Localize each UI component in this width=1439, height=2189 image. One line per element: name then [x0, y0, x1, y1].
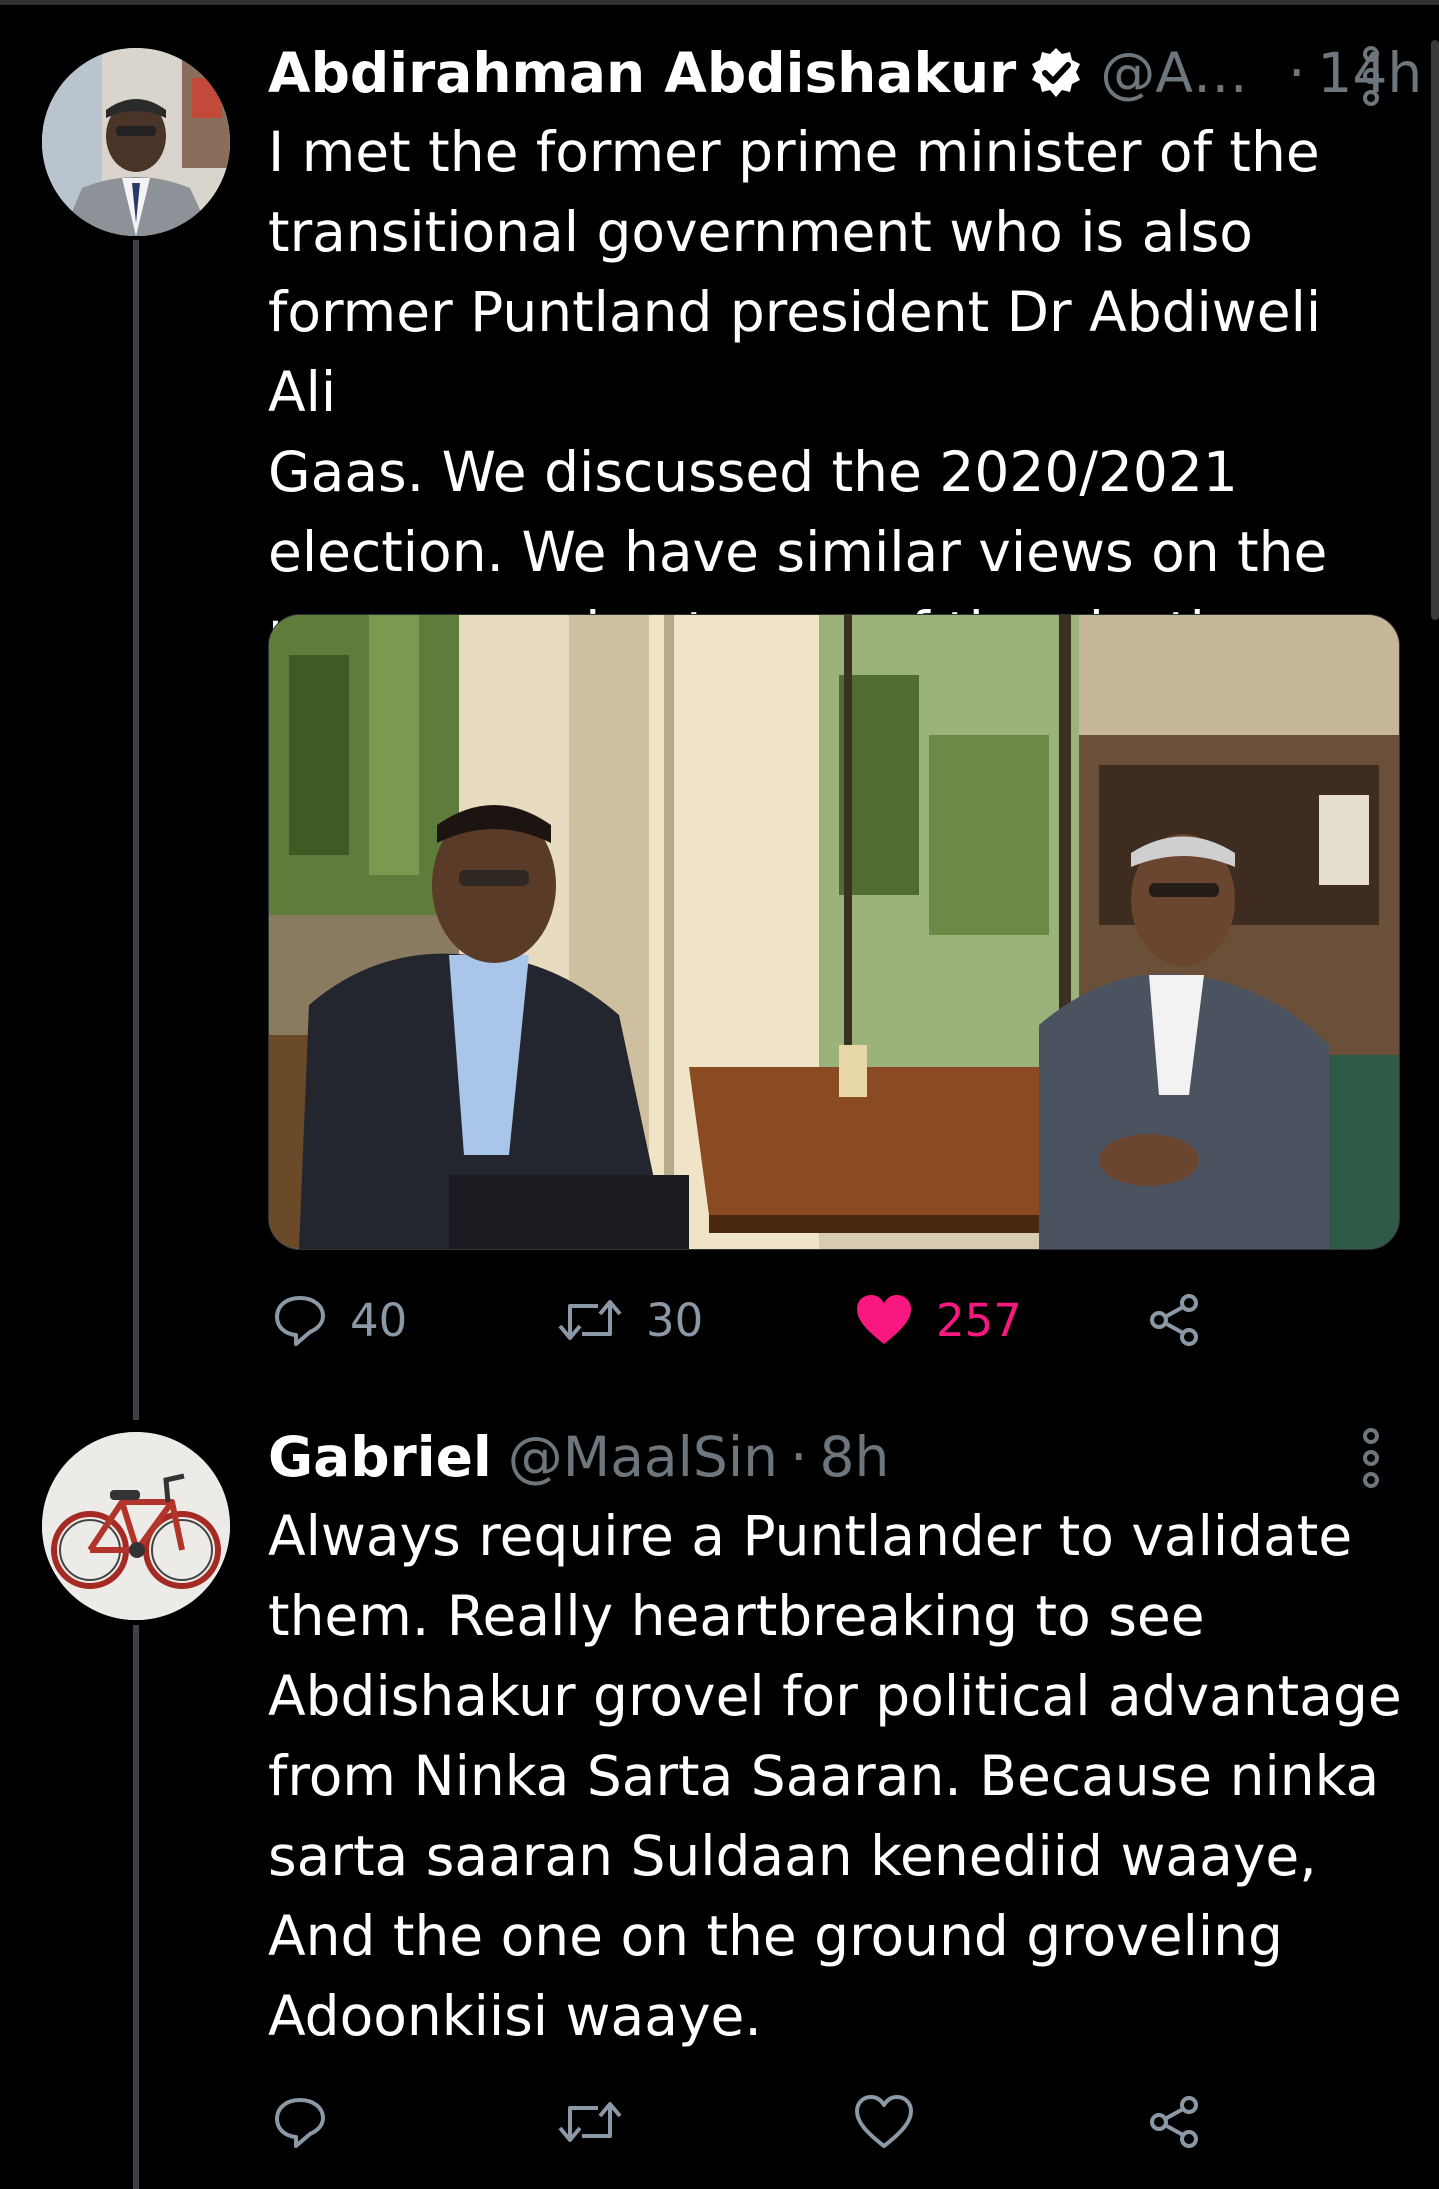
reply-icon	[275, 1296, 325, 1346]
heart-icon	[855, 2095, 913, 2148]
like-count: 257	[936, 1293, 1022, 1347]
author-name[interactable]: Gabriel	[268, 1422, 492, 1492]
avatar[interactable]	[42, 1432, 230, 1620]
retweet-icon	[558, 1300, 622, 1340]
share-button[interactable]	[1146, 2094, 1202, 2150]
share-icon	[1150, 2096, 1198, 2148]
more-options-icon[interactable]	[1356, 46, 1386, 106]
tweet-text: I met the former prime minister of the t…	[268, 120, 1328, 664]
retweet-icon	[558, 2102, 622, 2142]
retweet-count: 30	[646, 1293, 704, 1347]
like-button[interactable]: 257	[854, 1292, 1022, 1348]
share-icon	[1150, 1294, 1198, 1346]
thread-connector	[133, 1625, 139, 2189]
reply-button[interactable]: 40	[272, 1292, 407, 1348]
avatar-bicycle-image	[42, 1432, 230, 1620]
avatar-photo	[42, 48, 230, 236]
more-options-icon[interactable]	[1356, 1428, 1386, 1488]
tweet-header: Abdirahman Abdishakur @A… · 14h	[268, 38, 1422, 108]
tweet-header: Gabriel @MaalSin · 8h	[268, 1422, 889, 1492]
heart-icon	[857, 1295, 911, 1344]
reply-count: 40	[350, 1293, 408, 1347]
separator-dot: ·	[789, 1425, 808, 1489]
retweet-button[interactable]	[556, 2094, 646, 2150]
avatar[interactable]	[42, 48, 230, 236]
like-button[interactable]	[854, 2094, 936, 2150]
separator-dot: ·	[1287, 41, 1306, 105]
verified-badge-icon	[1032, 48, 1081, 97]
thread-connector	[133, 240, 139, 1420]
top-divider	[0, 0, 1439, 5]
author-handle[interactable]: @MaalSin	[508, 1422, 778, 1492]
reply-icon	[275, 2098, 325, 2148]
author-handle[interactable]: @A…	[1100, 38, 1248, 108]
reply-button[interactable]	[272, 2094, 350, 2150]
scrollbar[interactable]	[1431, 40, 1439, 620]
tweet-photo[interactable]	[268, 614, 1400, 1250]
retweet-button[interactable]: 30	[556, 1292, 703, 1348]
tweet-text: Always require a Puntlander to validate …	[268, 1504, 1402, 2048]
tweet-time[interactable]: 8h	[819, 1422, 889, 1492]
author-name[interactable]: Abdirahman Abdishakur	[268, 38, 1016, 108]
photo-meeting-image	[269, 615, 1399, 1249]
share-button[interactable]	[1146, 1292, 1202, 1348]
